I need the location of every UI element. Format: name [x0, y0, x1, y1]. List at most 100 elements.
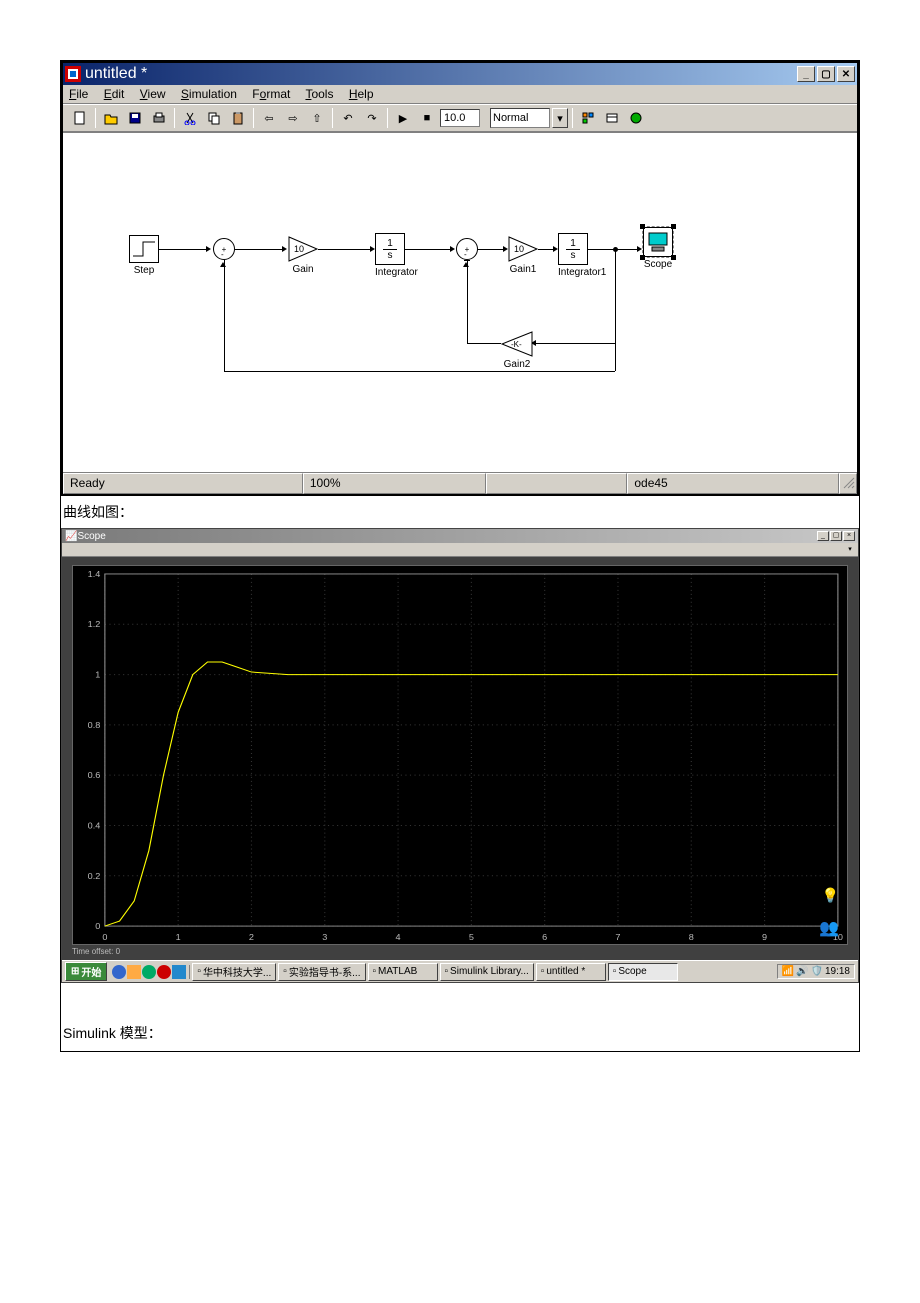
maximize-button[interactable]: ▢	[817, 66, 835, 82]
svg-text:1: 1	[95, 670, 100, 679]
menu-edit[interactable]: Edit	[104, 87, 125, 101]
block-gain2-label: Gain2	[501, 359, 533, 370]
back-button[interactable]: ⇦	[258, 107, 280, 129]
ql-msn-icon[interactable]	[157, 965, 171, 979]
open-button[interactable]	[100, 107, 122, 129]
menu-view[interactable]: View	[140, 87, 166, 101]
block-step-label: Step	[129, 265, 159, 276]
scope-lock-button[interactable]	[181, 544, 193, 555]
scope-zoom-button[interactable]	[90, 544, 102, 555]
print-button[interactable]	[148, 107, 170, 129]
cut-button[interactable]	[179, 107, 201, 129]
block-gain1[interactable]: 10 Gain1	[508, 236, 538, 275]
ql-desktop-icon[interactable]	[127, 965, 141, 979]
new-button[interactable]	[69, 107, 91, 129]
taskbar-item[interactable]: ▫MATLAB	[368, 963, 438, 981]
scope-autoscale-button[interactable]	[129, 544, 141, 555]
scope-save-button[interactable]	[142, 544, 154, 555]
scope-titlebar[interactable]: 📈 Scope _ ▢ ×	[62, 529, 858, 543]
taskbar-item[interactable]: ▫Scope	[608, 963, 678, 981]
taskbar-item[interactable]: ▫华中科技大学...	[192, 963, 276, 981]
menu-simulation[interactable]: Simulation	[181, 87, 237, 101]
stop-time-input[interactable]	[440, 109, 480, 127]
scope-print-button[interactable]	[64, 544, 76, 555]
paste-button[interactable]	[227, 107, 249, 129]
scope-app-icon: 📈	[65, 531, 77, 542]
undo-button[interactable]: ↶	[337, 107, 359, 129]
task-label: 实验指导书-系...	[289, 964, 361, 979]
start-sim-button[interactable]: ▶	[392, 107, 414, 129]
taskbar: ⊞ 开始 ▫华中科技大学...▫实验指导书-系...▫MATLAB▫Simuli…	[62, 960, 858, 982]
task-label: Simulink Library...	[450, 966, 529, 977]
block-gain2[interactable]: -K- Gain2	[501, 331, 533, 370]
notify-icon: 💡	[822, 887, 839, 904]
scope-dropdown-icon[interactable]: ▾	[844, 544, 856, 555]
close-button[interactable]: ✕	[837, 66, 855, 82]
wire	[159, 249, 209, 250]
wire	[478, 249, 506, 250]
debug-button[interactable]	[625, 107, 647, 129]
up-button[interactable]: ⇧	[306, 107, 328, 129]
system-tray[interactable]: 📶 🔊 🛡️ 19:18	[777, 964, 855, 979]
scope-params-button[interactable]	[77, 544, 89, 555]
task-icon: ▫	[541, 966, 545, 977]
copy-button[interactable]	[203, 107, 225, 129]
taskbar-item[interactable]: ▫Simulink Library...	[440, 963, 534, 981]
titlebar[interactable]: untitled * _ ▢ ✕	[63, 63, 857, 85]
taskbar-item[interactable]: ▫实验指导书-系...	[278, 963, 365, 981]
status-ready: Ready	[63, 473, 303, 494]
block-gain[interactable]: 10 Gain	[288, 236, 318, 275]
scope-maximize-button[interactable]: ▢	[830, 531, 842, 541]
wire	[224, 371, 615, 372]
menu-format[interactable]: Format	[252, 87, 290, 101]
menu-file[interactable]: File	[69, 87, 88, 101]
scope-close-button[interactable]: ×	[843, 531, 855, 541]
scope-minimize-button[interactable]: _	[817, 531, 829, 541]
start-button[interactable]: ⊞ 开始	[65, 962, 107, 981]
library-browser-button[interactable]	[577, 107, 599, 129]
block-step[interactable]: Step	[129, 235, 159, 276]
wire	[224, 260, 225, 372]
ql-media-icon[interactable]	[142, 965, 156, 979]
taskbar-item[interactable]: ▫untitled *	[536, 963, 606, 981]
stop-sim-button[interactable]: ■	[416, 107, 438, 129]
block-sum2[interactable]: +-	[456, 238, 478, 260]
block-scope[interactable]: Scope	[643, 227, 673, 270]
messenger-icon: 👥	[819, 918, 839, 938]
ql-word-icon[interactable]	[172, 965, 186, 979]
scope-float-button[interactable]	[168, 544, 180, 555]
menu-help[interactable]: Help	[349, 87, 374, 101]
redo-button[interactable]: ↷	[361, 107, 383, 129]
ql-ie-icon[interactable]	[112, 965, 126, 979]
sim-mode-select[interactable]: Normal	[490, 108, 550, 128]
block-integrator[interactable]: 1 s Integrator	[375, 233, 418, 278]
model-explorer-button[interactable]	[601, 107, 623, 129]
wire	[467, 343, 501, 344]
scope-select-button[interactable]	[194, 544, 206, 555]
svg-text:5: 5	[469, 933, 474, 942]
scope-plot[interactable]: 01234567891000.20.40.60.811.21.4 💡 👥	[72, 565, 848, 945]
statusbar: Ready 100% ode45	[63, 472, 857, 494]
model-canvas[interactable]: Step +- 10 Gain 1 s Integrator	[63, 132, 857, 472]
wire	[405, 249, 453, 250]
svg-text:9: 9	[762, 933, 767, 942]
scope-zoomx-button[interactable]	[103, 544, 115, 555]
save-button[interactable]	[124, 107, 146, 129]
branch-dot	[613, 247, 618, 252]
block-sum1[interactable]: +-	[213, 238, 235, 260]
forward-button[interactable]: ⇨	[282, 107, 304, 129]
scope-zoomy-button[interactable]	[116, 544, 128, 555]
task-icon: ▫	[613, 966, 617, 977]
block-integrator-label: Integrator	[375, 267, 418, 278]
scope-restore-button[interactable]	[155, 544, 167, 555]
minimize-button[interactable]: _	[797, 66, 815, 82]
status-zoom: 100%	[303, 473, 486, 494]
scope-plot-area: 01234567891000.20.40.60.811.21.4 💡 👥 Tim…	[62, 557, 858, 960]
wire	[533, 343, 615, 344]
sim-mode-dropdown-icon[interactable]: ▾	[552, 108, 568, 128]
resize-grip-icon[interactable]	[839, 473, 857, 494]
block-scope-label: Scope	[643, 259, 673, 270]
menu-tools[interactable]: Tools	[305, 87, 333, 101]
arrowhead-icon	[220, 259, 226, 267]
block-integrator1[interactable]: 1 s Integrator1	[558, 233, 606, 278]
